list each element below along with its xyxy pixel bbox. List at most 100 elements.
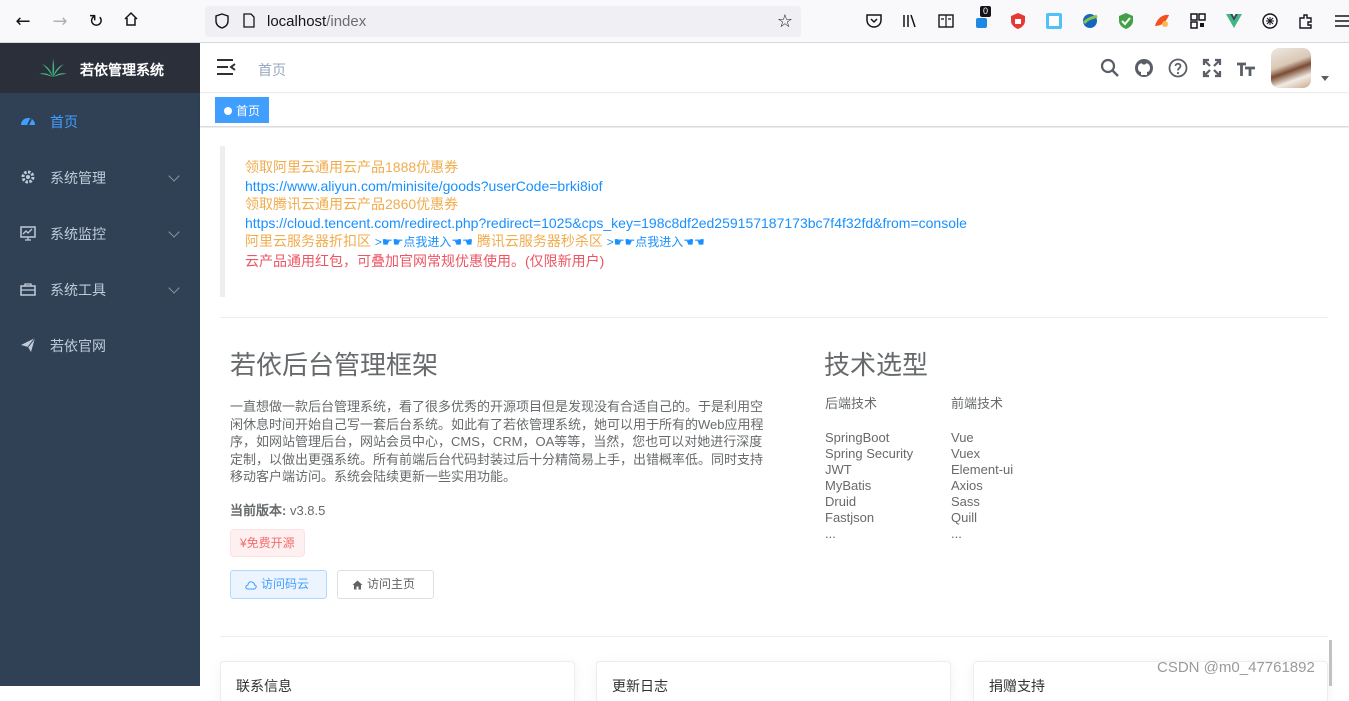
reader-view-icon[interactable] — [937, 12, 955, 30]
tencent-server-label: 腾讯云服务器秒杀区 — [476, 233, 603, 249]
logo-leaf-icon — [39, 58, 67, 77]
caret-down-icon[interactable] — [1321, 76, 1329, 81]
toolbox-icon — [20, 283, 36, 296]
vue-devtools-icon[interactable] — [1225, 12, 1243, 30]
tracking-shield-icon[interactable] — [215, 13, 229, 29]
sidebar-item-label: 系统管理 — [50, 170, 106, 186]
font-size-icon[interactable] — [1236, 58, 1256, 78]
notice-aliyun-title: 领取阿里云通用云产品1888优惠券 — [245, 159, 459, 175]
card-title: 联系信息 — [236, 678, 292, 694]
green-shield-icon[interactable] — [1117, 12, 1135, 30]
page-info-icon[interactable] — [243, 13, 255, 28]
avatar[interactable] — [1271, 48, 1311, 88]
visit-gitee-label: 访问码云 — [261, 577, 310, 591]
reload-icon[interactable]: ↻ — [85, 11, 107, 33]
menu-icon[interactable] — [1333, 12, 1349, 30]
list-item: Quill — [951, 510, 978, 525]
globe-extension-icon[interactable] — [1081, 12, 1099, 30]
sidebar-item-system-monitor[interactable]: 系统监控 — [0, 205, 200, 261]
shield-extension-icon[interactable] — [1009, 12, 1027, 30]
sidebar-item-home[interactable]: 首页 — [0, 93, 200, 149]
visit-gitee-button[interactable]: 访问码云 — [230, 570, 327, 599]
contact-info-card: 联系信息 — [220, 661, 575, 701]
notice-server-links: 阿里云服务器折扣区 >☛☛点我进入☚☚ 腾讯云服务器秒杀区 >☛☛点我进入☚☚ — [245, 232, 1328, 252]
backend-tech-header: 后端技术 — [825, 396, 878, 411]
fox-extension-icon[interactable] — [1153, 12, 1171, 30]
extensions-icon[interactable] — [1297, 12, 1315, 30]
card-title: 更新日志 — [612, 678, 668, 694]
notice-tencent-title: 领取腾讯云通用云产品2860优惠券 — [245, 196, 459, 212]
forward-arrow-icon[interactable]: → — [49, 11, 71, 33]
divider — [220, 636, 1328, 637]
sidebar-item-system-tools[interactable]: 系统工具 — [0, 261, 200, 317]
frontend-tech-list: 前端技术 Vue Vuex Element-ui Axios Sass Quil… — [951, 396, 1013, 542]
csdn-watermark: CSDN @m0_47761892 — [1157, 659, 1315, 676]
sidebar-item-system-management[interactable]: 系统管理 — [0, 149, 200, 205]
intro-description: 一直想做一款后台管理系统，看了很多优秀的开源项目但是发现没有合适自己的。于是利用… — [230, 399, 764, 484]
dashboard-icon — [21, 118, 35, 126]
bookmark-star-icon[interactable]: ☆ — [777, 11, 793, 32]
sidebar-item-label: 首页 — [50, 114, 78, 130]
sidebar-item-label: 系统监控 — [50, 226, 106, 242]
qr-code-icon[interactable] — [1189, 12, 1207, 30]
tags-view: 首页 — [200, 94, 1349, 127]
house-icon — [352, 580, 363, 590]
scrollbar[interactable] — [1329, 640, 1332, 686]
version-value: v3.8.5 — [289, 503, 326, 518]
translate-extension-icon[interactable] — [1045, 12, 1063, 30]
back-arrow-icon[interactable]: ← — [12, 11, 34, 33]
notification-extension-icon[interactable]: 0 — [973, 6, 992, 30]
ai-extension-icon[interactable] — [1261, 12, 1279, 30]
changelog-card: 更新日志 — [596, 661, 951, 701]
notice-tencent-link[interactable]: https://cloud.tencent.com/redirect.php?r… — [245, 214, 1328, 233]
tencent-server-link[interactable]: >☛☛点我进入☚☚ — [607, 235, 705, 249]
list-item: Druid — [825, 494, 857, 509]
library-icon[interactable] — [901, 12, 919, 30]
logo-title: 若依管理系统 — [80, 62, 164, 78]
address-bar[interactable]: localhost/index ☆ — [205, 6, 801, 37]
divider — [220, 317, 1328, 318]
sidebar-item-label: 若依官网 — [50, 338, 106, 354]
promo-notice: 领取阿里云通用云产品1888优惠券 https://www.aliyun.com… — [220, 146, 1328, 297]
sidebar-item-label: 系统工具 — [50, 282, 106, 298]
intro-title: 若依后台管理框架 — [230, 350, 439, 380]
paper-plane-icon — [21, 337, 36, 352]
monitor-icon — [20, 226, 36, 241]
sidebar-logo[interactable]: 若依管理系统 — [0, 43, 200, 93]
list-item: Axios — [951, 478, 983, 493]
list-item: Spring Security — [825, 446, 914, 461]
list-item: ... — [951, 526, 962, 541]
list-item: Element-ui — [951, 462, 1014, 477]
visit-homepage-label: 访问主页 — [367, 577, 416, 591]
tag-label: 首页 — [236, 104, 261, 118]
sidebar: 若依管理系统 首页 系统管理 系统监控 系统工具 若依官网 — [0, 43, 200, 686]
list-item: Vuex — [951, 446, 981, 461]
gear-icon — [21, 170, 35, 184]
list-item: JWT — [825, 462, 852, 477]
sidebar-item-ruoyi-website[interactable]: 若依官网 — [0, 317, 200, 373]
aliyun-server-label: 阿里云服务器折扣区 — [245, 233, 371, 249]
list-item: MyBatis — [825, 478, 872, 493]
list-item: ... — [825, 526, 836, 541]
search-icon[interactable] — [1100, 58, 1120, 78]
tag-home[interactable]: 首页 — [215, 97, 270, 123]
home-icon[interactable] — [120, 11, 142, 33]
backend-tech-list: 后端技术 SpringBoot Spring Security JWT MyBa… — [825, 396, 913, 542]
question-icon[interactable] — [1168, 58, 1188, 78]
pocket-icon[interactable] — [865, 12, 883, 30]
cloud-icon — [245, 581, 257, 590]
list-item: SpringBoot — [825, 430, 890, 445]
visit-homepage-button[interactable]: 访问主页 — [337, 570, 434, 599]
top-navbar: 首页 — [200, 43, 1349, 93]
url-text[interactable]: localhost/index — [267, 13, 366, 30]
fullscreen-icon[interactable] — [1202, 58, 1222, 78]
frontend-tech-header: 前端技术 — [951, 396, 1004, 411]
list-item: Vue — [951, 430, 974, 445]
card-title: 捐赠支持 — [989, 678, 1045, 694]
tech-title: 技术选型 — [824, 350, 929, 380]
notice-aliyun-link[interactable]: https://www.aliyun.com/minisite/goods?us… — [245, 177, 1328, 196]
browser-toolbar: ← → ↻ localhost/index ☆ 0 — [0, 0, 1349, 43]
aliyun-server-link[interactable]: >☛☛点我进入☚☚ — [375, 235, 473, 249]
hamburger-menu-icon[interactable] — [216, 58, 236, 76]
github-icon[interactable] — [1134, 58, 1154, 78]
